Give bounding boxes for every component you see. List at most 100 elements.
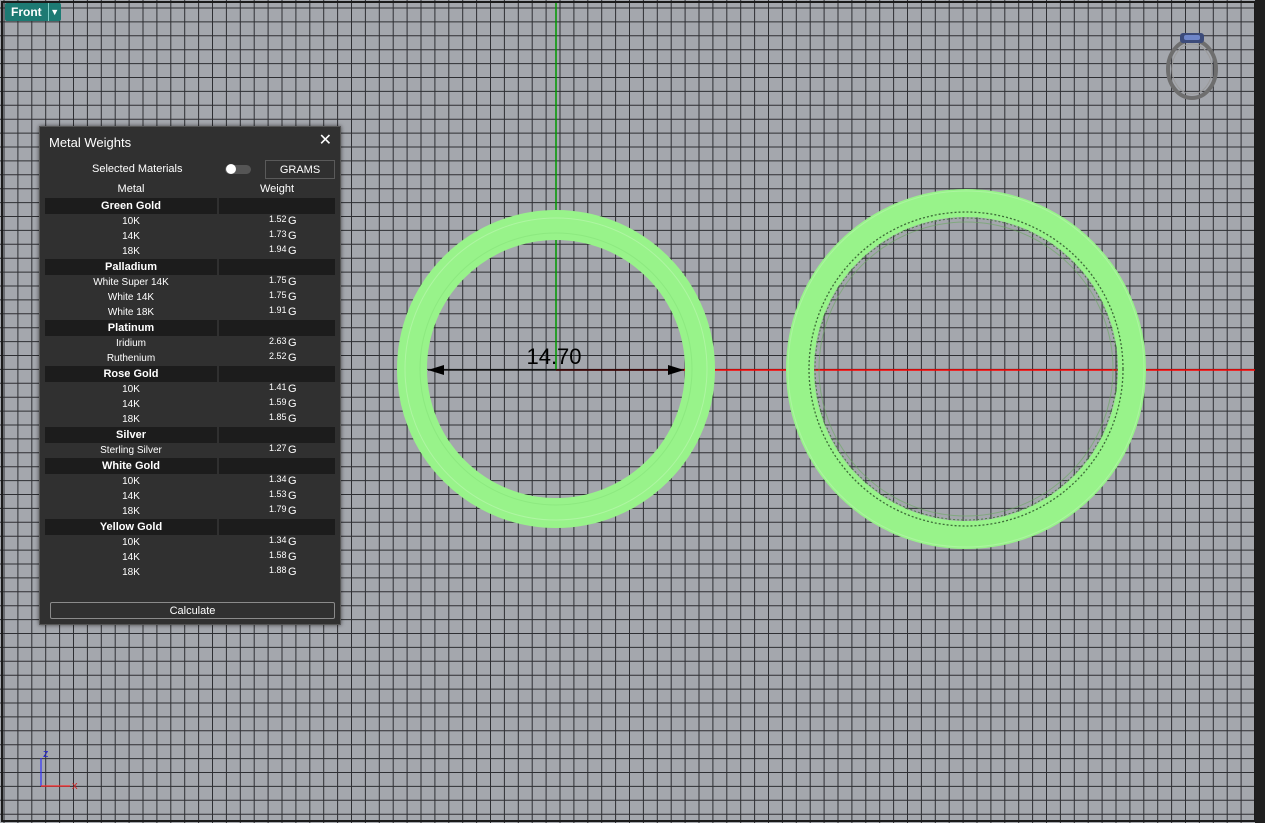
metal-group-weight-cell (219, 519, 335, 535)
selected-materials-toggle[interactable] (225, 164, 251, 174)
metal-weight-value: 1.53 (269, 489, 287, 499)
metal-weight-row: 14K 1.53 G (45, 489, 335, 504)
metal-weight-unit: G (288, 245, 297, 257)
metal-weight-row: 10K 1.34 G (45, 474, 335, 489)
metal-alloy-name: Sterling Silver (100, 445, 162, 456)
viewport-name-label[interactable]: Front (5, 3, 48, 21)
metal-weight-value: 1.34 (269, 535, 287, 545)
metal-alloy-name: 10K (122, 476, 140, 487)
metal-weight-row: 14K 1.59 G (45, 397, 335, 412)
metal-weight-row: 18K 1.79 G (45, 504, 335, 519)
metal-alloy-name: 18K (122, 414, 140, 425)
metal-alloy-name: 10K (122, 537, 140, 548)
selected-materials-label: Selected Materials (92, 163, 183, 175)
metal-group-name: Green Gold (45, 198, 217, 214)
metal-group-weight-cell (219, 366, 335, 382)
metal-alloy-name: White 14K (107, 292, 155, 303)
metal-weight-value: 1.91 (269, 305, 287, 315)
metal-group-weight-cell (219, 320, 335, 336)
metal-group-weight-cell (219, 458, 335, 474)
metal-weight-unit: G (288, 383, 297, 395)
metal-weight-value: 1.73 (269, 229, 287, 239)
metal-alloy-name: White Super 14K (93, 277, 169, 288)
viewport-name-tab[interactable]: Front ▼ (5, 3, 61, 21)
grams-unit-button[interactable]: GRAMS (265, 160, 335, 179)
chevron-down-icon[interactable]: ▼ (47, 3, 61, 21)
metal-weights-panel[interactable]: Metal Weights ✕ Selected Materials GRAMS… (39, 126, 341, 625)
metal-alloy-name: 18K (122, 506, 140, 517)
metal-weight-unit: G (288, 352, 297, 364)
metal-weight-value: 1.79 (269, 504, 287, 514)
metal-weight-unit: G (288, 505, 297, 517)
metal-weight-row: 10K 1.34 G (45, 535, 335, 550)
metal-group-name: Palladium (45, 259, 217, 275)
selected-materials-row: Selected Materials GRAMS (40, 160, 340, 179)
metal-weight-row: 18K 1.94 G (45, 244, 335, 259)
metal-group-name: Rose Gold (45, 366, 217, 382)
metal-weight-unit: G (288, 215, 297, 227)
metal-group-name: Platinum (45, 320, 217, 336)
metal-group-header: Green Gold (45, 198, 335, 214)
metal-weight-row: 10K 1.41 G (45, 382, 335, 397)
metal-weight-row: Sterling Silver 1.27 G (45, 443, 335, 458)
metal-group-header: White Gold (45, 458, 335, 474)
panel-header[interactable]: Metal Weights ✕ (40, 127, 340, 157)
metal-weight-row: White 14K 1.75 G (45, 290, 335, 305)
metal-weight-row: Iridium 2.63 G (45, 336, 335, 351)
metal-weight-unit: G (288, 306, 297, 318)
close-icon[interactable]: ✕ (319, 132, 332, 150)
metal-weight-row: 10K 1.52 G (45, 214, 335, 229)
metal-weight-value: 2.52 (269, 351, 287, 361)
metal-alloy-name: White 18K (107, 307, 155, 318)
metal-weight-row: 18K 1.88 G (45, 565, 335, 580)
metal-weight-unit: G (288, 230, 297, 242)
axis-z-label: z (43, 748, 49, 760)
metal-weight-value: 1.85 (269, 412, 287, 422)
metal-weight-value: 1.58 (269, 550, 287, 560)
metal-weight-row: White 18K 1.91 G (45, 305, 335, 320)
metal-group-name: Silver (45, 427, 217, 443)
metal-weight-unit: G (288, 276, 297, 288)
metal-group-header: Rose Gold (45, 366, 335, 382)
metal-weight-value: 1.34 (269, 474, 287, 484)
dimension-value: 14.70 (526, 344, 581, 369)
column-header-weight: Weight (259, 183, 295, 195)
column-headers: Metal Weight (45, 183, 335, 197)
metal-weight-value: 1.59 (269, 397, 287, 407)
metal-group-header: Palladium (45, 259, 335, 275)
metal-group-header: Platinum (45, 320, 335, 336)
metal-weight-value: 1.27 (269, 443, 287, 453)
metal-weight-value: 1.75 (269, 290, 287, 300)
metal-group-weight-cell (219, 198, 335, 214)
metal-weight-unit: G (288, 536, 297, 548)
metal-weight-unit: G (288, 413, 297, 425)
front-viewport[interactable]: 14.70 z x Front ▼ Metal Weights ✕ Select… (0, 0, 1265, 823)
metal-weight-unit: G (288, 291, 297, 303)
viewport-right-strip (1255, 0, 1265, 823)
metal-weight-value: 1.75 (269, 275, 287, 285)
metal-alloy-name: 14K (122, 552, 140, 563)
metal-alloy-name: 10K (122, 384, 140, 395)
metal-weight-value: 1.52 (269, 214, 287, 224)
metal-weight-value: 2.63 (269, 336, 287, 346)
metal-group-name: Yellow Gold (45, 519, 217, 535)
metal-alloy-name: Ruthenium (106, 353, 156, 364)
metal-alloy-name: 18K (122, 246, 140, 257)
panel-title: Metal Weights (49, 135, 132, 150)
axis-x-label: x (72, 780, 78, 792)
column-header-metal: Metal (117, 183, 145, 195)
metal-weight-unit: G (288, 337, 297, 349)
calculate-button[interactable]: Calculate (50, 602, 335, 619)
metal-weight-unit: G (288, 566, 297, 578)
metal-group-weight-cell (219, 259, 335, 275)
metal-alloy-name: 18K (122, 567, 140, 578)
metal-weights-table: Green Gold 10K 1.52 G 14K 1.73 G 18K 1.94 G Pallad… (45, 198, 335, 580)
metal-weight-unit: G (288, 551, 297, 563)
toggle-knob (226, 164, 236, 174)
metal-alloy-name: Iridium (115, 338, 146, 349)
metal-group-header: Yellow Gold (45, 519, 335, 535)
metal-group-header: Silver (45, 427, 335, 443)
metal-group-name: White Gold (45, 458, 217, 474)
metal-weight-row: 18K 1.85 G (45, 412, 335, 427)
metal-alloy-name: 10K (122, 216, 140, 227)
